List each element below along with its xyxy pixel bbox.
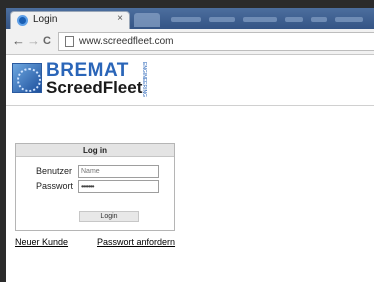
- header-divider: [6, 105, 374, 106]
- tab-title: Login: [33, 14, 58, 25]
- user-label: Benutzer: [36, 166, 73, 176]
- forward-icon[interactable]: →: [27, 34, 40, 48]
- blurred-tab: [209, 17, 235, 22]
- password-input[interactable]: •••••••: [78, 180, 159, 193]
- blurred-tab: [311, 17, 327, 22]
- new-tab-button[interactable]: [134, 13, 160, 27]
- blurred-tab: [171, 17, 201, 22]
- page-icon: [65, 36, 74, 47]
- tab-login[interactable]: Login ×: [10, 11, 130, 29]
- login-button[interactable]: Login: [79, 211, 139, 222]
- blurred-tab: [243, 17, 277, 22]
- blurred-tab: [285, 17, 303, 22]
- address-bar[interactable]: www.screedfleet.com: [58, 32, 374, 51]
- reload-icon[interactable]: C: [43, 34, 51, 48]
- password-label: Passwort: [36, 181, 74, 191]
- login-header: Log in: [16, 144, 174, 157]
- login-panel: Log in Benutzer Passwort ••••••• Login: [15, 143, 175, 231]
- logo-product: ScreedFleet: [46, 78, 143, 97]
- request-password-link[interactable]: Passwort anfordern: [97, 237, 175, 247]
- logo-icon: [12, 63, 42, 93]
- browser-toolbar: ← → C www.screedfleet.com: [6, 29, 374, 55]
- back-icon[interactable]: ←: [12, 34, 25, 48]
- browser-window: Login × ← → C www.screedfleet.com BREMAT…: [6, 8, 374, 282]
- tab-strip: Login ×: [6, 8, 374, 29]
- page-content: BREMAT ENGINEERING ScreedFleet Log in Be…: [6, 55, 374, 282]
- url-text: www.screedfleet.com: [79, 36, 174, 47]
- username-input[interactable]: [78, 165, 159, 178]
- favicon-icon: [17, 15, 28, 26]
- close-tab-icon[interactable]: ×: [117, 13, 123, 24]
- blurred-tab: [335, 17, 363, 22]
- new-customer-link[interactable]: Neuer Kunde: [15, 237, 68, 247]
